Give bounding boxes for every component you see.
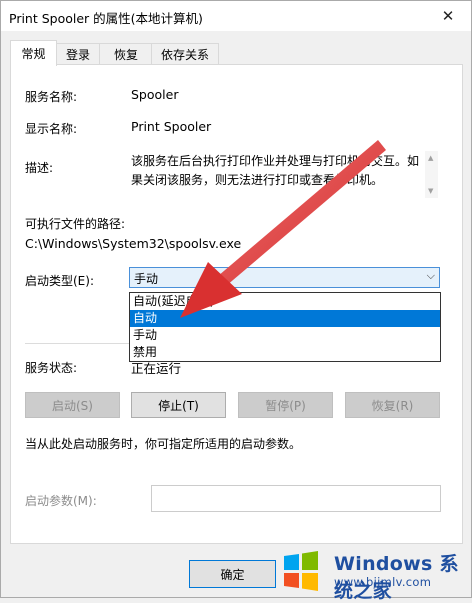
close-button[interactable]: ✕	[425, 1, 471, 31]
startup-type-label: 启动类型(E):	[25, 274, 94, 288]
display-name-value: Print Spooler	[131, 119, 212, 134]
description-box: 该服务在后台执行打印作业并处理与打印机的交互。如果关闭该服务，则无法进行打印或查…	[129, 151, 438, 198]
description-text: 该服务在后台执行打印作业并处理与打印机的交互。如果关闭该服务，则无法进行打印或查…	[131, 154, 420, 187]
start-params-label: 启动参数(M):	[25, 494, 97, 508]
ok-button[interactable]: 确定	[189, 560, 276, 588]
watermark-brand-en: Windows	[334, 553, 433, 575]
watermark: Windows 系统之家 www.bjjmlv.com	[270, 532, 472, 602]
properties-window: Print Spooler 的属性(本地计算机) ✕ 常规 登录 恢复 依存关系…	[0, 0, 472, 598]
scroll-up-icon[interactable]: ▲	[428, 154, 433, 162]
startup-type-select[interactable]: 手动 ⌵	[129, 267, 440, 288]
option-disabled[interactable]: 禁用	[130, 344, 440, 361]
exec-path-value: C:\Windows\System32\spoolsv.exe	[25, 236, 242, 251]
title-bar: Print Spooler 的属性(本地计算机) ✕	[1, 1, 471, 31]
chevron-down-icon: ⌵	[426, 269, 435, 282]
tab-logon[interactable]: 登录	[55, 43, 101, 65]
startup-type-value: 手动	[134, 272, 159, 286]
tab-general-label: 常规	[21, 47, 46, 61]
pause-button-label: 暂停(P)	[265, 398, 306, 413]
start-button-label: 启动(S)	[52, 398, 93, 413]
start-button[interactable]: 启动(S)	[25, 392, 120, 418]
option-manual[interactable]: 手动	[130, 327, 440, 344]
startup-type-dropdown: 自动(延迟启动) 自动 手动 禁用	[129, 292, 441, 362]
scroll-down-icon[interactable]: ▼	[428, 187, 433, 195]
service-name-value: Spooler	[131, 87, 179, 102]
tab-logon-label: 登录	[65, 48, 90, 62]
service-status-label: 服务状态:	[25, 361, 78, 375]
hint-text: 当从此处启动服务时，你可指定所适用的启动参数。	[25, 437, 302, 451]
exec-path-label: 可执行文件的路径:	[25, 217, 126, 231]
description-label: 描述:	[25, 161, 54, 175]
option-auto-delayed[interactable]: 自动(延迟启动)	[130, 293, 440, 310]
tab-dependencies[interactable]: 依存关系	[151, 43, 219, 65]
description-scrollbar[interactable]: ▲ ▼	[425, 151, 438, 198]
stop-button-label: 停止(T)	[158, 398, 199, 413]
tab-dependencies-label: 依存关系	[160, 48, 209, 62]
service-name-label: 服务名称:	[25, 90, 78, 104]
tab-general[interactable]: 常规	[10, 40, 57, 66]
ok-button-label: 确定	[220, 567, 245, 582]
tab-recovery-label: 恢复	[113, 48, 138, 62]
tab-recovery[interactable]: 恢复	[99, 43, 153, 65]
resume-button[interactable]: 恢复(R)	[345, 392, 440, 418]
option-auto[interactable]: 自动	[130, 310, 440, 327]
watermark-url: www.bjjmlv.com	[334, 575, 432, 589]
start-params-input[interactable]	[151, 485, 441, 512]
stop-button[interactable]: 停止(T)	[131, 392, 226, 418]
resume-button-label: 恢复(R)	[371, 398, 414, 413]
pause-button[interactable]: 暂停(P)	[238, 392, 333, 418]
close-icon: ✕	[441, 7, 455, 25]
window-title: Print Spooler 的属性(本地计算机)	[9, 11, 203, 26]
display-name-label: 显示名称:	[25, 122, 78, 136]
windows-logo-icon	[284, 551, 318, 591]
